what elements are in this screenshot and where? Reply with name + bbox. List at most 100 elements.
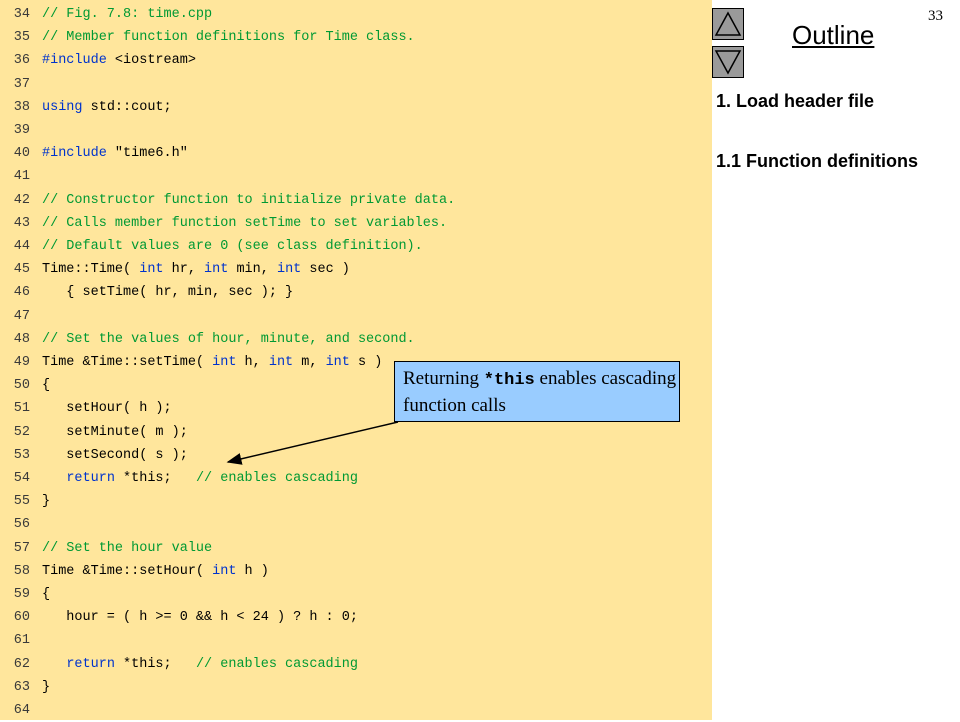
line-number: 46 <box>13 285 30 301</box>
code-line: 55} <box>0 490 712 513</box>
code-text: hour = ( h >= 0 && h < 24 ) ? h : 0; <box>42 606 358 629</box>
code-line: 60 hour = ( h >= 0 && h < 24 ) ? h : 0; <box>0 606 712 629</box>
code-token: "time6.h" <box>106 146 188 162</box>
slide-number: 33 <box>928 8 943 24</box>
code-line: 35 // Member function definitions for Tim… <box>0 26 712 49</box>
code-keyword: int <box>204 262 229 278</box>
code-text: // Set the values of hour, minute, and s… <box>42 328 415 351</box>
code-keyword: #include <box>42 53 107 69</box>
line-number: 45 <box>13 262 30 278</box>
line-number: 50 <box>13 378 30 394</box>
code-token: std::cout; <box>82 99 172 115</box>
line-number: 49 <box>13 355 30 370</box>
outline-title[interactable]: Outline <box>792 20 874 51</box>
line-number: 41 <box>13 169 30 185</box>
code-token: <iostream> <box>106 53 196 69</box>
code-line: 47 <box>0 305 712 328</box>
code-line: 34 // Fig. 7.8: time.cpp <box>0 3 712 26</box>
code-text: { setTime( hr, min, sec ); } <box>42 281 293 304</box>
line-number: 60 <box>13 610 30 626</box>
code-keyword: #include <box>42 146 107 162</box>
code-keyword: int <box>268 355 294 370</box>
code-token: { <box>42 587 51 602</box>
line-number: 38 <box>13 99 30 115</box>
code-line: 59 { <box>0 583 712 606</box>
code-line: 52 setMinute( m ); <box>0 421 712 444</box>
code-line: 58 Time &Time::setHour( int h ) <box>0 560 712 583</box>
code-text: return *this; // enables cascading <box>42 467 358 490</box>
code-text: { <box>42 374 50 397</box>
line-number: 48 <box>13 331 30 347</box>
code-comment: // Set the hour value <box>42 540 213 556</box>
line-number: 59 <box>13 587 30 602</box>
code-line: 64 <box>0 699 712 722</box>
code-keyword: int <box>325 355 350 370</box>
code-token: min, <box>228 262 277 278</box>
code-token: setHour( h ); <box>42 401 172 417</box>
code-text: Time::Time( int hr, int min, int sec ) <box>42 258 350 281</box>
code-text: { <box>42 583 50 606</box>
code-text: } <box>42 676 50 699</box>
code-comment: // enables cascading <box>195 471 358 486</box>
line-number: 44 <box>13 239 30 254</box>
code-token: Time &Time::setTime( <box>42 355 213 370</box>
line-number: 40 <box>13 146 30 162</box>
code-line: 36 #include <iostream> <box>0 49 712 72</box>
code-text: setSecond( s ); <box>42 444 188 467</box>
line-number: 62 <box>13 656 30 672</box>
code-line: 62 return *this; // enables cascading <box>0 653 712 676</box>
triangle-up-icon <box>714 11 742 36</box>
code-line: 63} <box>0 676 712 699</box>
code-text: setHour( h ); <box>42 397 172 420</box>
code-text: // Member function definitions for Time … <box>42 26 415 49</box>
code-keyword: int <box>212 355 237 370</box>
line-number: 54 <box>13 471 30 486</box>
code-line: 53 setSecond( s ); <box>0 444 712 467</box>
line-number: 58 <box>13 563 30 579</box>
code-keyword: int <box>139 262 164 278</box>
callout-box: Returning *this enables cascading functi… <box>394 361 680 422</box>
line-number: 47 <box>13 308 30 324</box>
code-text: Time &Time::setHour( int h ) <box>42 560 269 583</box>
code-text: // Fig. 7.8: time.cpp <box>42 3 212 26</box>
code-line: 57 // Set the hour value <box>0 537 712 560</box>
code-text: // Default values are 0 (see class defin… <box>42 235 423 258</box>
code-comment: // Default values are 0 (see class defin… <box>42 239 423 254</box>
code-keyword: int <box>276 262 302 278</box>
code-token: h, <box>236 355 269 370</box>
code-text: #include <iostream> <box>42 49 196 72</box>
code-line: 46 { setTime( hr, min, sec ); } <box>0 281 712 304</box>
next-slide-button[interactable] <box>712 46 744 78</box>
callout-prefix: Returning <box>403 368 484 389</box>
outline-item-function-definitions: 1.1 Function definitions <box>716 151 918 171</box>
triangle-down-icon <box>714 50 742 75</box>
code-line: 43 // Calls member function setTime to se… <box>0 212 712 235</box>
code-line: 39 <box>0 119 712 142</box>
code-text: return *this; // enables cascading <box>42 653 358 676</box>
code-line: 48 // Set the values of hour, minute, and… <box>0 328 712 351</box>
code-token: setMinute( m ); <box>42 424 188 440</box>
code-token: sec ) <box>301 262 350 278</box>
code-token: Time::Time( <box>42 262 140 278</box>
code-keyword: return <box>66 656 115 672</box>
code-token: hr, <box>163 262 205 278</box>
line-number: 34 <box>13 7 30 22</box>
code-token: s ) <box>349 355 383 370</box>
code-comment: // Fig. 7.8: time.cpp <box>42 7 213 22</box>
line-number: 57 <box>13 540 30 556</box>
line-number: 37 <box>13 76 30 92</box>
code-text: } <box>42 490 50 513</box>
line-number: 63 <box>13 679 30 695</box>
code-token: { <box>42 378 51 394</box>
line-number: 42 <box>13 192 30 208</box>
line-number: 53 <box>13 447 30 463</box>
callout-code: *this <box>483 371 535 390</box>
previous-slide-button[interactable] <box>712 8 744 40</box>
code-comment: // Set the values of hour, minute, and s… <box>42 331 415 347</box>
code-token: hour = ( h >= 0 && h < 24 ) ? h : 0; <box>42 610 358 626</box>
line-number: 43 <box>13 215 30 231</box>
line-number: 61 <box>13 633 30 649</box>
code-token: } <box>42 494 51 510</box>
code-text: // Constructor function to initialize pr… <box>42 189 455 212</box>
